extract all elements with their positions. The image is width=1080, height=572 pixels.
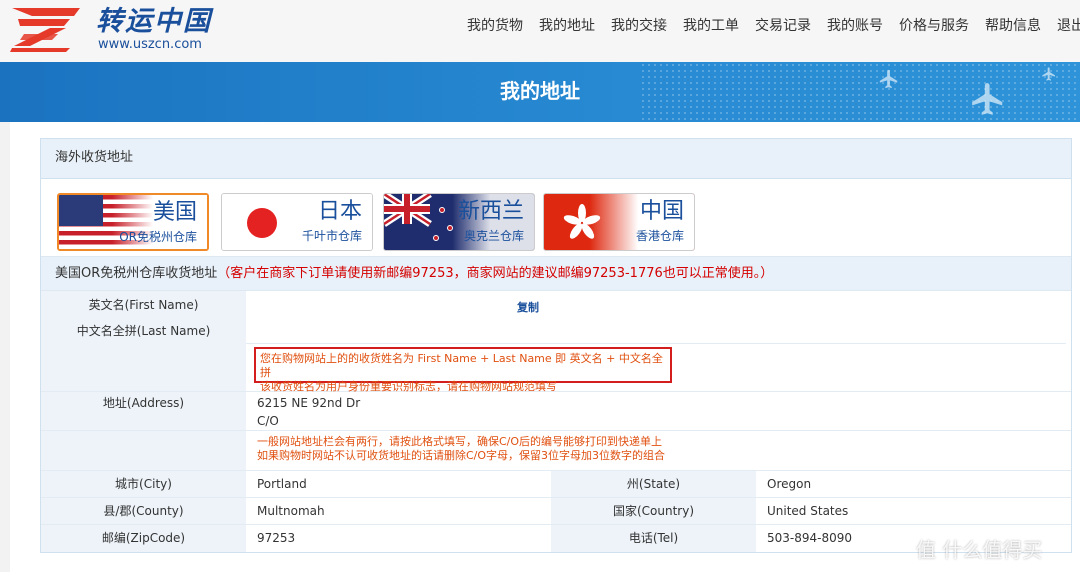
page-root: 转运中国 www.uszcn.com 我的货物 我的地址 我的交接 我的工单 交… bbox=[0, 0, 1080, 572]
warehouse-tab-usa[interactable]: 美国 OR免税州仓库 bbox=[57, 193, 209, 251]
top-bar: 转运中国 www.uszcn.com 我的货物 我的地址 我的交接 我的工单 交… bbox=[0, 0, 1080, 62]
state-value[interactable]: Oregon bbox=[767, 471, 811, 497]
nav-my-tickets[interactable]: 我的工单 bbox=[683, 15, 739, 37]
nav-logout[interactable]: 退出登 bbox=[1057, 15, 1080, 37]
nav-my-account[interactable]: 我的账号 bbox=[827, 15, 883, 37]
country-label: 国家(Country) bbox=[551, 498, 756, 524]
address-tip-line-1: 一般网站地址栏会有两行，请按此格式填写，确保C/O后的编号能够打印到快递单上 bbox=[257, 435, 663, 448]
warehouse-location: 奥克兰仓库 bbox=[463, 229, 524, 243]
warehouse-tab-china[interactable]: 中国 香港仓库 bbox=[543, 193, 695, 251]
logo-url: www.uszcn.com bbox=[98, 37, 202, 52]
warehouse-selector: 美国 OR免税州仓库 日本 千叶市仓库 新西兰 奥克兰仓库 中国 香港仓库 bbox=[41, 179, 1071, 257]
name-row-divider bbox=[246, 343, 1066, 344]
nav-transactions[interactable]: 交易记录 bbox=[755, 15, 811, 37]
nav-pricing[interactable]: 价格与服务 bbox=[899, 15, 969, 37]
logo-mark-icon bbox=[10, 8, 80, 52]
warehouse-location: 香港仓库 bbox=[635, 229, 684, 243]
name-labels: 英文名(First Name) 中文名全拼(Last Name) bbox=[41, 291, 246, 391]
main-content: 海外收货地址 美国 OR免税州仓库 日本 千叶市仓库 新西兰 奥克兰仓库 中国 … bbox=[10, 122, 1080, 572]
phone-value[interactable]: 503-894-8090 bbox=[767, 525, 852, 552]
city-state-row: 城市(City) Portland 州(State) Oregon bbox=[41, 471, 1071, 498]
warehouse-location: OR免税州仓库 bbox=[119, 230, 197, 244]
address-row: 地址(Address) 6215 NE 92nd Dr C/O bbox=[41, 392, 1071, 431]
name-row: 英文名(First Name) 中文名全拼(Last Name) 复制 您在购物… bbox=[41, 291, 1071, 393]
overseas-address-header: 海外收货地址 bbox=[41, 139, 1071, 179]
county-label: 县/郡(County) bbox=[41, 498, 246, 524]
zip-value[interactable]: 97253 bbox=[257, 525, 295, 552]
address-label: 地址(Address) bbox=[41, 392, 246, 430]
logo-text: 转运中国 bbox=[96, 6, 212, 37]
warehouse-country-name: 中国 bbox=[639, 199, 684, 224]
copy-button[interactable]: 复制 bbox=[517, 299, 539, 315]
warehouse-country-name: 日本 bbox=[317, 199, 362, 224]
nav-my-goods[interactable]: 我的货物 bbox=[467, 15, 523, 37]
zip-notice: （客户在商家下订单请使用新邮编97253，商家网站的建议邮编97253-1776… bbox=[217, 266, 774, 281]
site-logo[interactable]: 转运中国 www.uszcn.com bbox=[10, 4, 215, 58]
address-tip-row: 一般网站地址栏会有两行，请按此格式填写，确保C/O后的编号能够打印到快递单上 如… bbox=[41, 431, 1071, 471]
name-format-tip: 您在购物网站上的的收货姓名为 First Name + Last Name 即 … bbox=[254, 347, 672, 393]
address-panel: 海外收货地址 美国 OR免税州仓库 日本 千叶市仓库 新西兰 奥克兰仓库 中国 … bbox=[40, 138, 1072, 553]
phone-label: 电话(Tel) bbox=[551, 525, 756, 552]
warehouse-country-name: 美国 bbox=[152, 200, 197, 225]
state-label: 州(State) bbox=[551, 471, 756, 497]
warehouse-location: 千叶市仓库 bbox=[301, 229, 362, 243]
nav-help[interactable]: 帮助信息 bbox=[985, 15, 1041, 37]
city-value[interactable]: Portland bbox=[257, 471, 307, 497]
address-tip-line-2: 如果购物时网站不认可收货地址的话请删除C/O字母，保留3位字母加3位数字的组合 bbox=[257, 449, 666, 462]
country-value[interactable]: United States bbox=[767, 498, 848, 524]
address-tip-label-cell bbox=[41, 431, 246, 470]
watermark: 值 什么值得买 bbox=[916, 538, 1043, 562]
warehouse-address-header: 美国OR免税州仓库收货地址（客户在商家下订单请使用新邮编97253，商家网站的建… bbox=[41, 257, 1071, 291]
page-banner: 我的地址 bbox=[0, 62, 1080, 122]
last-name-label: 中文名全拼(Last Name) bbox=[76, 324, 211, 338]
warehouse-tab-new-zealand[interactable]: 新西兰 奥克兰仓库 bbox=[383, 193, 535, 251]
county-value[interactable]: Multnomah bbox=[257, 498, 325, 524]
warehouse-country-name: 新西兰 bbox=[457, 199, 524, 224]
nav-my-handover[interactable]: 我的交接 bbox=[611, 15, 667, 37]
page-title: 我的地址 bbox=[500, 79, 580, 103]
nav-my-address[interactable]: 我的地址 bbox=[539, 15, 595, 37]
address-line-2[interactable]: C/O bbox=[257, 414, 279, 428]
address-line-1[interactable]: 6215 NE 92nd Dr bbox=[257, 396, 360, 410]
first-name-label: 英文名(First Name) bbox=[88, 298, 199, 312]
county-country-row: 县/郡(County) Multnomah 国家(Country) United… bbox=[41, 498, 1071, 525]
warehouse-tab-japan[interactable]: 日本 千叶市仓库 bbox=[221, 193, 373, 251]
name-tip-line-1: 您在购物网站上的的收货姓名为 First Name + Last Name 即 … bbox=[260, 352, 663, 379]
warehouse-address-title: 美国OR免税州仓库收货地址 bbox=[55, 266, 218, 281]
city-label: 城市(City) bbox=[41, 471, 246, 497]
zip-label: 邮编(ZipCode) bbox=[41, 525, 246, 552]
main-nav: 我的货物 我的地址 我的交接 我的工单 交易记录 我的账号 价格与服务 帮助信息… bbox=[459, 15, 1080, 37]
